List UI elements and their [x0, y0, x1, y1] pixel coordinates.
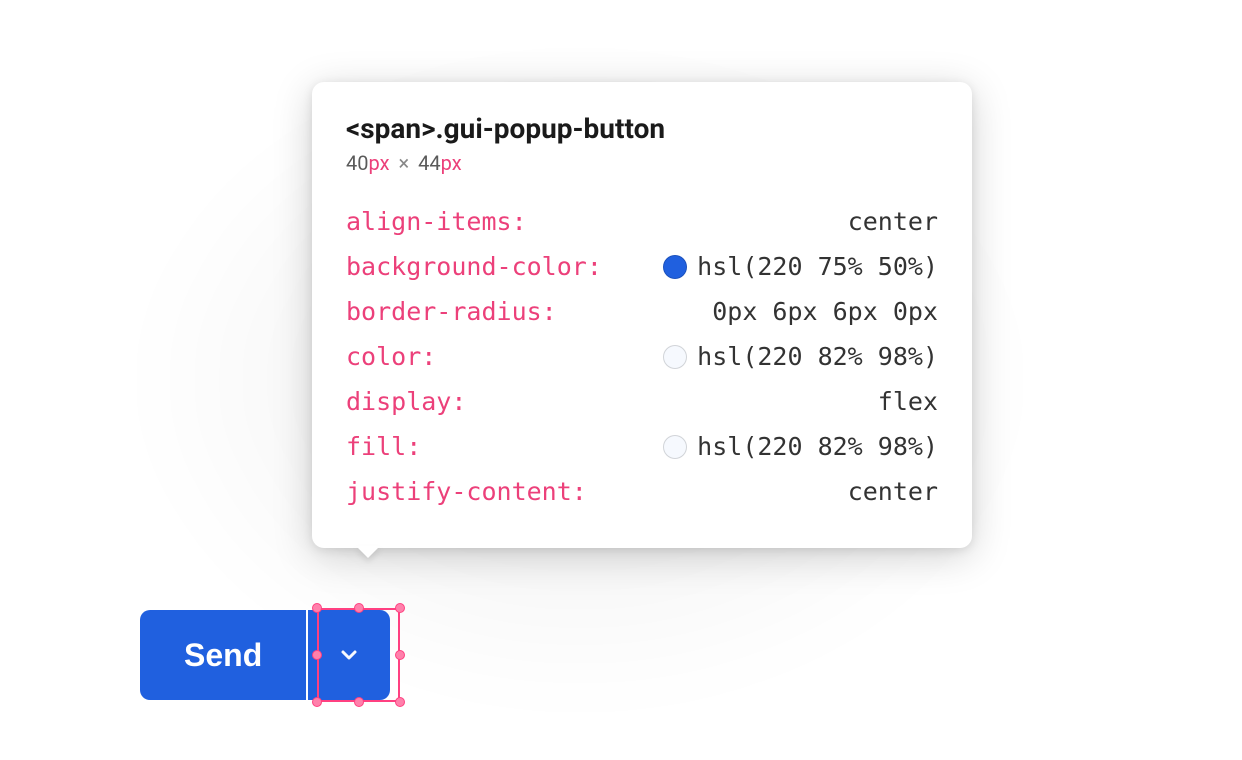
- css-value-text: hsl(220 82% 98%): [697, 344, 938, 369]
- split-button-group: Send: [140, 610, 390, 700]
- css-property-name: fill:: [346, 434, 421, 459]
- css-value-text: 0px 6px 6px 0px: [712, 299, 938, 324]
- css-value-text: center: [848, 209, 938, 234]
- css-property-name: border-radius:: [346, 299, 557, 324]
- css-property-name: background-color:: [346, 254, 602, 279]
- dimension-separator: ×: [398, 151, 409, 175]
- css-property-value: hsl(220 82% 98%): [663, 434, 938, 459]
- css-property-name: align-items:: [346, 209, 527, 234]
- css-property-row: display: flex: [346, 379, 938, 424]
- css-property-row: fill: hsl(220 82% 98%): [346, 424, 938, 469]
- color-swatch-icon: [663, 345, 687, 369]
- css-property-row: align-items: center: [346, 199, 938, 244]
- css-property-value: flex: [878, 389, 938, 414]
- css-property-value: center: [848, 209, 938, 234]
- css-property-name: color:: [346, 344, 436, 369]
- css-properties-list: align-items: center background-color: hsl(2…: [346, 199, 938, 514]
- element-selector: <span>.gui-popup-button: [346, 112, 938, 145]
- css-property-name: display:: [346, 389, 466, 414]
- css-property-row: background-color: hsl(220 75% 50%): [346, 244, 938, 289]
- css-value-text: hsl(220 82% 98%): [697, 434, 938, 459]
- width-unit: px: [368, 151, 389, 175]
- send-button-label: Send: [184, 637, 262, 674]
- element-dimensions: 40px × 44px: [346, 151, 938, 175]
- css-value-text: hsl(220 75% 50%): [697, 254, 938, 279]
- tooltip-arrow: [356, 546, 380, 558]
- send-button[interactable]: Send: [140, 610, 306, 700]
- css-inspector-tooltip: <span>.gui-popup-button 40px × 44px alig…: [312, 82, 972, 548]
- chevron-down-icon: [337, 643, 361, 667]
- css-property-row: border-radius: 0px 6px 6px 0px: [346, 289, 938, 334]
- popup-dropdown-button[interactable]: [308, 610, 390, 700]
- css-property-value: 0px 6px 6px 0px: [712, 299, 938, 324]
- height-unit: px: [441, 151, 462, 175]
- css-value-text: center: [848, 479, 938, 504]
- css-property-value: center: [848, 479, 938, 504]
- dimension-width: 40: [346, 151, 368, 175]
- color-swatch-icon: [663, 435, 687, 459]
- css-property-row: color: hsl(220 82% 98%): [346, 334, 938, 379]
- css-value-text: flex: [878, 389, 938, 414]
- selection-handle[interactable]: [395, 697, 405, 707]
- css-property-name: justify-content:: [346, 479, 587, 504]
- color-swatch-icon: [663, 255, 687, 279]
- css-property-value: hsl(220 82% 98%): [663, 344, 938, 369]
- css-property-value: hsl(220 75% 50%): [663, 254, 938, 279]
- dimension-height: 44: [418, 151, 440, 175]
- css-property-row: justify-content: center: [346, 469, 938, 514]
- tooltip-header: <span>.gui-popup-button 40px × 44px: [346, 112, 938, 175]
